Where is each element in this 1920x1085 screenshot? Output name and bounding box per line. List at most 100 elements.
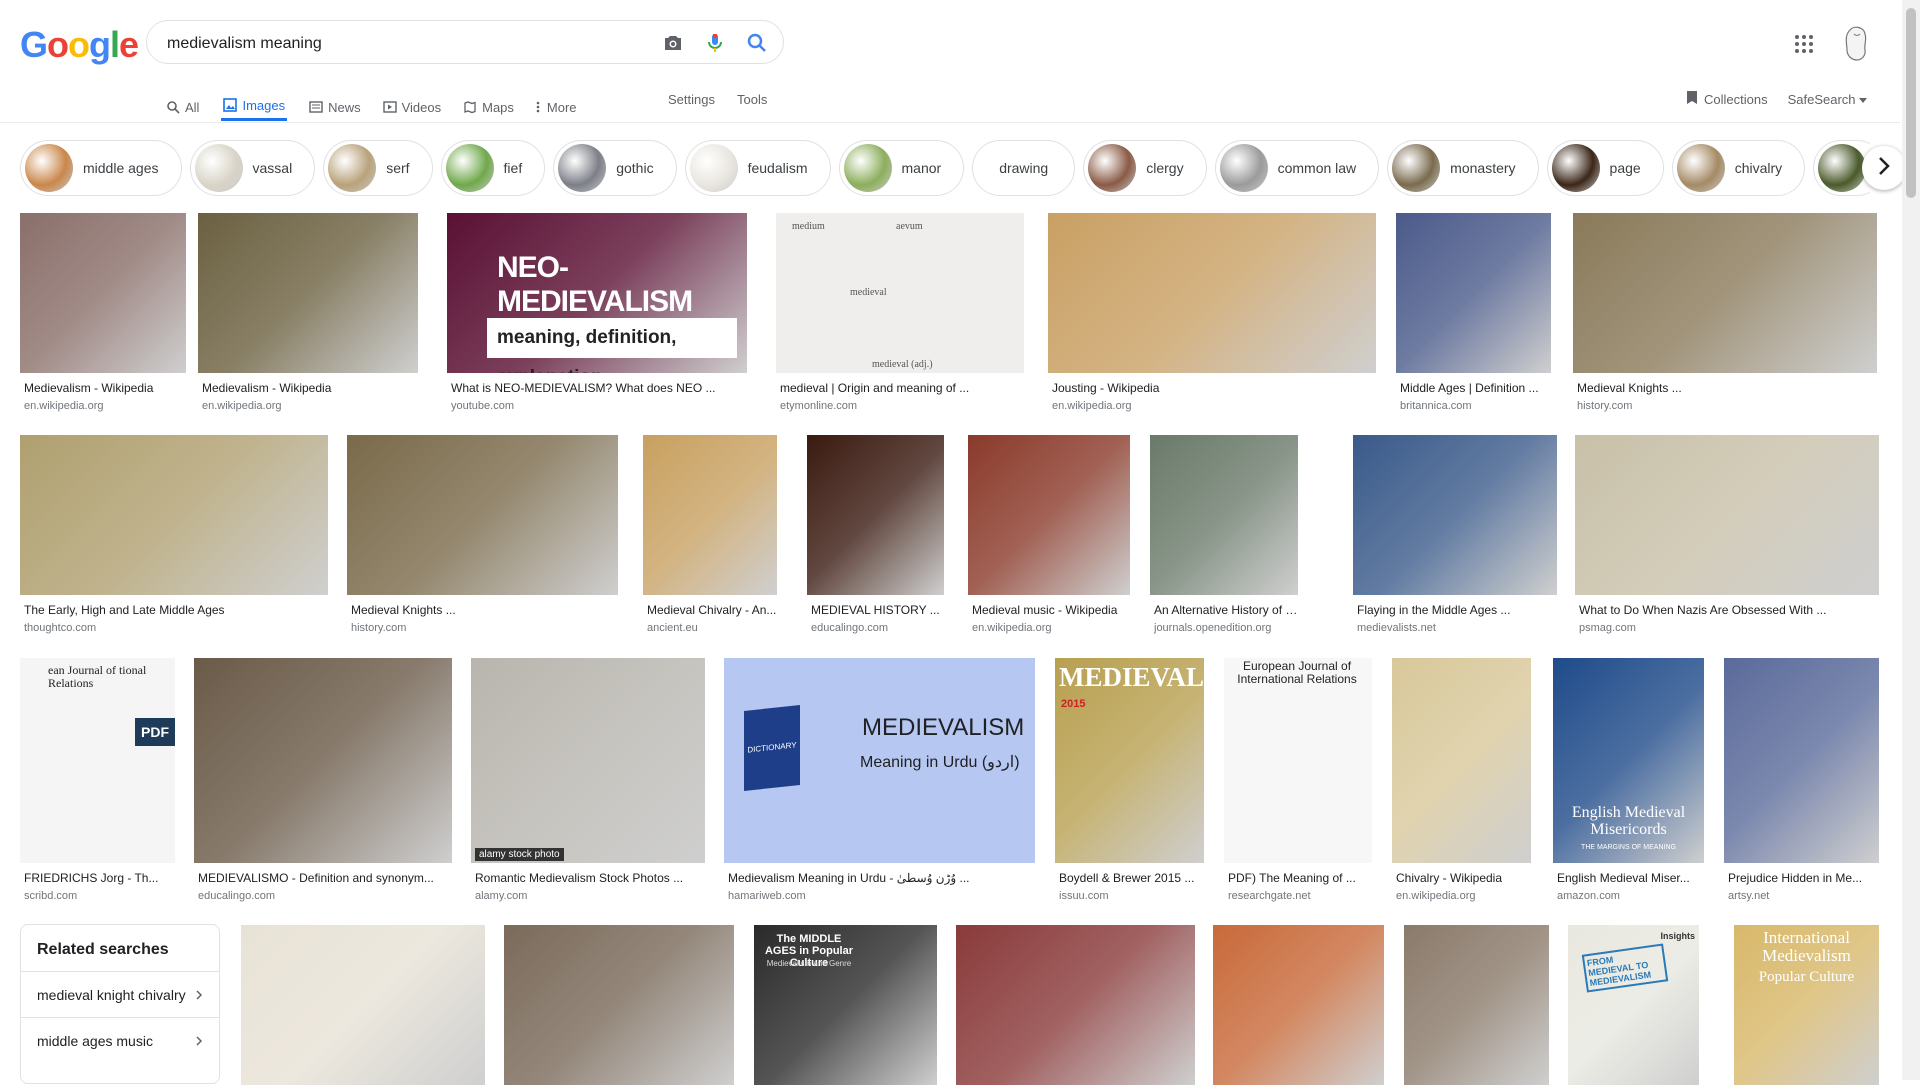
result-thumbnail[interactable]: International Medievalism Popular Culture [1734,925,1879,1085]
tab-all[interactable]: All [166,90,199,122]
related-search-item[interactable]: middle ages music [21,1017,219,1063]
result-thumbnail[interactable] [1353,435,1557,595]
chip[interactable]: serf [323,140,433,196]
result-title[interactable]: Middle Ages | Definition ... [1400,381,1551,395]
chip[interactable]: vassal [189,140,316,196]
page-scrollbar[interactable] [1902,0,1920,1080]
search-icon[interactable] [745,31,769,55]
result-title[interactable]: The Early, High and Late Middle Ages [24,603,328,617]
result-title[interactable]: Chivalry - Wikipedia [1396,871,1531,885]
result-title[interactable]: MEDIEVAL HISTORY ... [811,603,944,617]
result-title[interactable]: Jousting - Wikipedia [1052,381,1376,395]
result-thumbnail[interactable]: medium aevum medieval medieval (adj.) [776,213,1024,373]
result-source: etymonline.com [780,400,858,412]
result-thumbnail[interactable]: alamy stock photo [471,658,705,863]
result-title[interactable]: Medieval Knights ... [351,603,618,617]
chip[interactable]: middle ages [20,140,182,196]
chip[interactable]: monastery [1387,140,1539,196]
result-thumbnail[interactable]: European Journal of International Relati… [1224,658,1372,863]
microphone-icon[interactable] [703,31,727,55]
result-title[interactable]: MEDIEVALISMO - Definition and synonym... [198,871,452,885]
result-thumbnail[interactable] [1048,213,1376,373]
chip[interactable]: feudalism [684,140,831,196]
result-thumbnail[interactable] [198,213,418,373]
thumbnail-subtitle: Meaning in Urdu (اردو) [860,754,1020,771]
chip-label: feudalism [747,160,808,176]
result-title[interactable]: PDF) The Meaning of ... [1228,871,1372,885]
result-thumbnail[interactable] [1150,435,1298,595]
result-title[interactable]: Romantic Medievalism Stock Photos ... [475,871,705,885]
result-thumbnail[interactable] [20,435,328,595]
result-title[interactable]: Medieval music - Wikipedia [972,603,1130,617]
result-thumbnail[interactable] [956,925,1195,1085]
chip[interactable]: chivalry [1671,140,1806,196]
result-title[interactable]: Flaying in the Middle Ages ... [1357,603,1557,617]
chip[interactable]: manor [838,140,965,196]
result-source: artsy.net [1728,890,1770,902]
tab-label: News [328,99,361,115]
collections-button[interactable]: Collections [1686,90,1768,108]
result-title[interactable]: What to Do When Nazis Are Obsessed With … [1579,603,1879,617]
chip[interactable]: clergy [1083,140,1207,196]
result-thumbnail[interactable] [1573,213,1877,373]
result-title[interactable]: An Alternative History of the ... [1154,603,1298,617]
result-thumbnail[interactable]: NEO-MEDIEVALISMmeaning, definition, expl… [447,213,747,373]
result-title[interactable]: Medievalism Meaning in Urdu - وُڑن وُسطی… [728,871,1035,885]
tab-videos[interactable]: Videos [382,90,441,122]
search-input[interactable] [165,31,649,57]
tools-link[interactable]: Tools [737,92,767,107]
result-title[interactable]: English Medieval Miser... [1557,871,1704,885]
result-thumbnail[interactable]: Insights FROM MEDIEVAL TO MEDIEVALISM [1568,925,1699,1085]
result-title[interactable]: Medievalism - Wikipedia [202,381,418,395]
chips-next-button[interactable] [1862,146,1906,190]
result-title[interactable]: What is NEO-MEDIEVALISM? What does NEO .… [451,381,747,395]
result-thumbnail[interactable] [194,658,452,863]
tab-images[interactable]: Images [221,90,288,121]
result-thumbnail[interactable]: English Medieval Misericords THE MARGINS … [1553,658,1704,863]
result-thumbnail[interactable] [1213,925,1384,1085]
result-title[interactable]: Medievalism - Wikipedia [24,381,186,395]
chip-thumbnail [1392,144,1441,192]
result-title[interactable]: Medieval Chivalry - An... [647,603,777,617]
result-thumbnail[interactable]: ean Journal of tional Relations PDF [20,658,175,863]
result-thumbnail[interactable]: DICTIONARY MEDIEVALISM Meaning in Urdu (ار… [724,658,1035,863]
tab-more[interactable]: More [536,90,577,122]
chip[interactable]: fief [440,140,546,196]
result-thumbnail[interactable]: MEDIEVAL 2015 [1055,658,1204,863]
result-thumbnail[interactable] [504,925,734,1085]
result-thumbnail[interactable]: The MIDDLE AGES in Popular Culture Mediev… [754,925,937,1085]
result-thumbnail[interactable] [1404,925,1549,1085]
chip[interactable]: common law [1214,140,1380,196]
apps-grid-icon[interactable] [1794,34,1814,54]
result-thumbnail[interactable] [968,435,1130,595]
result-title[interactable]: Medieval Knights ... [1577,381,1877,395]
scrollbar-thumb[interactable] [1906,8,1916,198]
logo-letter: l [110,24,120,65]
related-search-item[interactable]: medieval knight chivalry [21,971,219,1017]
result-thumbnail[interactable] [643,435,777,595]
chip[interactable]: page [1546,140,1664,196]
camera-icon[interactable] [661,31,685,55]
result-title[interactable]: FRIEDRICHS Jorg - Th... [24,871,175,885]
chip-thumbnail [1818,144,1867,192]
result-thumbnail[interactable] [1392,658,1531,863]
chip[interactable]: drawing [972,140,1076,196]
chip-label: drawing [999,160,1049,176]
tab-maps[interactable]: Maps [463,90,514,122]
tab-news[interactable]: News [309,90,361,122]
safesearch-dropdown[interactable]: SafeSearch [1788,92,1867,107]
settings-link[interactable]: Settings [668,92,715,107]
result-title[interactable]: medieval | Origin and meaning of ... [780,381,1024,395]
result-thumbnail[interactable] [807,435,944,595]
google-logo[interactable]: Google [20,24,139,66]
result-title[interactable]: Boydell & Brewer 2015 ... [1059,871,1204,885]
account-avatar-icon[interactable] [1840,24,1872,62]
result-thumbnail[interactable] [347,435,618,595]
result-thumbnail[interactable] [1396,213,1551,373]
chip[interactable]: gothic [553,140,677,196]
result-thumbnail[interactable] [1724,658,1879,863]
result-thumbnail[interactable] [241,925,485,1085]
result-title[interactable]: Prejudice Hidden in Me... [1728,871,1879,885]
result-thumbnail[interactable] [1575,435,1879,595]
result-thumbnail[interactable] [20,213,186,373]
